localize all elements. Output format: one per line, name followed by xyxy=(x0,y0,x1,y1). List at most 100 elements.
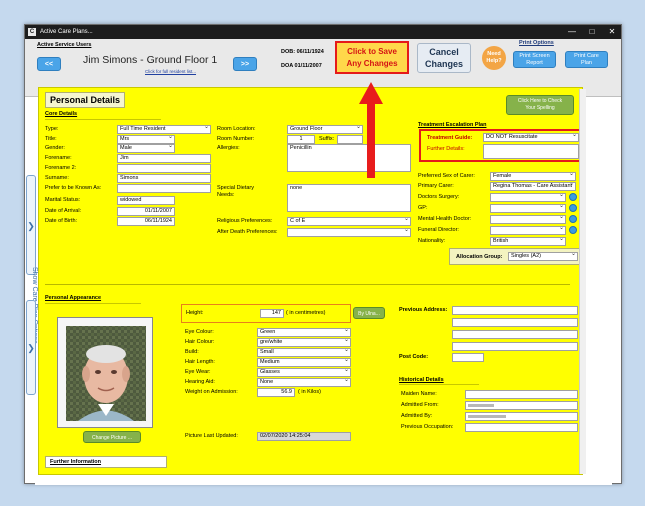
eye-colour-select[interactable]: Green xyxy=(257,328,351,337)
full-resident-list-link[interactable]: Click for full resident list... xyxy=(145,69,196,74)
save-label-2: Any Changes xyxy=(346,59,398,68)
print-care-label-1: Print Care xyxy=(574,53,599,59)
gp-select[interactable] xyxy=(490,204,566,213)
type-select[interactable]: Full Time Resident xyxy=(117,125,211,134)
annotation-arrow-icon xyxy=(359,82,383,178)
build-select[interactable]: Small xyxy=(257,348,351,357)
nationality-select[interactable]: British xyxy=(490,237,566,246)
print-screen-report-button[interactable]: Print Screen Report xyxy=(513,51,556,68)
admitted-from-field[interactable] xyxy=(465,401,578,410)
cancel-label-2: Changes xyxy=(424,59,463,69)
print-options-label: Print Options xyxy=(519,40,554,46)
title-bar: C Active Care Plans... — □ ✕ xyxy=(25,25,621,39)
next-resident-button[interactable]: >> xyxy=(233,57,257,71)
marital-label: Marital Status: xyxy=(45,197,81,203)
help-button[interactable]: Need Help? xyxy=(482,46,506,70)
previous-address-field-2[interactable] xyxy=(452,318,578,327)
height-box: Height: 147 ( in centimetres) xyxy=(181,304,351,323)
title-select[interactable]: Mrs xyxy=(117,135,175,144)
save-button[interactable]: Click to Save Any Changes xyxy=(335,41,409,74)
allocation-group-select[interactable]: Singles (A2) xyxy=(508,252,578,261)
after-death-select[interactable] xyxy=(287,228,411,237)
maiden-name-field[interactable] xyxy=(465,390,578,399)
allergies-field[interactable]: Penicillin xyxy=(287,144,411,172)
marital-field[interactable]: widowed xyxy=(117,196,175,205)
postcode-field[interactable] xyxy=(452,353,484,362)
hearing-aid-select[interactable]: None xyxy=(257,378,351,387)
previous-address-field-3[interactable] xyxy=(452,330,578,339)
dietary-field[interactable]: none xyxy=(287,184,411,212)
cancel-button[interactable]: Cancel Changes xyxy=(417,43,471,73)
further-details-label: Further Details: xyxy=(427,146,465,152)
core-divider xyxy=(45,119,161,120)
further-details-field[interactable] xyxy=(483,144,579,159)
spell-check-button[interactable]: Click Here to Check Your Spelling xyxy=(506,95,574,115)
arrival-label: Date of Arrival: xyxy=(45,208,82,214)
maximize-icon[interactable]: □ xyxy=(585,25,599,39)
add-surgery-icon[interactable] xyxy=(569,193,577,201)
add-mental-health-icon[interactable] xyxy=(569,215,577,223)
eyewear-select[interactable]: Glasses xyxy=(257,368,351,377)
weight-field[interactable]: 56.9 xyxy=(257,388,295,397)
add-funeral-icon[interactable] xyxy=(569,226,577,234)
after-death-label: After Death Preferences: xyxy=(217,229,278,235)
prev-resident-button[interactable]: << xyxy=(37,57,61,71)
religious-select[interactable]: C of E xyxy=(287,217,411,226)
hair-colour-select[interactable]: gre/white xyxy=(257,338,351,347)
change-picture-button[interactable]: Change Picture ... xyxy=(83,431,141,443)
add-gp-icon[interactable] xyxy=(569,204,577,212)
mental-health-select[interactable] xyxy=(490,215,566,224)
by-ulna-button[interactable]: By Ulna... xyxy=(353,307,385,319)
surgery-select[interactable] xyxy=(490,193,566,202)
hair-colour-label: Hair Colour: xyxy=(185,339,215,345)
previous-address-field-4[interactable] xyxy=(452,342,578,351)
further-info-bar[interactable]: Further Information xyxy=(45,456,167,468)
eyewear-label: Eye Wear: xyxy=(185,369,211,375)
allocation-group-box: Allocation Group: Singles (A2) xyxy=(449,248,581,265)
cancel-label-1: Cancel xyxy=(429,47,459,57)
maiden-name-label: Maiden Name: xyxy=(401,391,437,397)
minimize-icon[interactable]: — xyxy=(565,25,579,39)
previous-address-field-1[interactable] xyxy=(452,306,578,315)
vertical-scrollbar[interactable] xyxy=(579,89,586,474)
known-as-label: Prefer to be Known As: xyxy=(45,185,102,191)
treatment-guide-label: Treatment Guide: xyxy=(427,135,473,141)
surname-field[interactable]: Simons xyxy=(117,174,211,183)
occupation-field[interactable] xyxy=(465,423,578,432)
core-details-label: Core Details xyxy=(45,111,78,117)
appearance-divider xyxy=(45,303,141,304)
admitted-by-field[interactable] xyxy=(465,412,578,421)
previous-address-label: Previous Address: xyxy=(399,307,448,313)
sex-carer-select[interactable]: Female xyxy=(490,172,576,181)
primary-carer-select[interactable]: Regina Thomas - Care Assistant xyxy=(490,182,576,191)
sidebar-expand-bottom[interactable]: ❯ xyxy=(26,300,36,395)
forename2-field[interactable] xyxy=(117,164,211,173)
picture-updated-field: 02/07/2020 14:25:04 xyxy=(257,432,351,441)
room-number-field[interactable]: 1 xyxy=(287,135,315,144)
picture-updated-label: Picture Last Updated: xyxy=(185,433,238,439)
save-label-1: Click to Save xyxy=(347,47,397,56)
suffix-label: Suffix: xyxy=(319,136,335,142)
print-screen-label-1: Print Screen xyxy=(519,53,550,59)
personal-appearance-title: Personal Appearance xyxy=(45,295,102,301)
historical-details-title: Historical Details xyxy=(399,377,444,383)
close-icon[interactable]: ✕ xyxy=(605,25,619,39)
print-care-plan-button[interactable]: Print Care Plan xyxy=(565,51,608,68)
arrival-field[interactable]: 01/11/2007 xyxy=(117,207,175,216)
type-label: Type: xyxy=(45,126,59,132)
surname-label: Surname: xyxy=(45,175,69,181)
hair-length-select[interactable]: Medium xyxy=(257,358,351,367)
dietary-label-1: Special Dietary xyxy=(217,185,254,191)
room-location-select[interactable]: Ground Floor xyxy=(287,125,363,134)
forename-field[interactable]: Jim xyxy=(117,154,211,163)
known-as-field[interactable] xyxy=(117,184,211,193)
height-field[interactable]: 147 xyxy=(260,309,284,318)
further-info-title: Further Information xyxy=(50,459,102,465)
funeral-select[interactable] xyxy=(490,226,566,235)
treatment-guide-select[interactable]: DO NOT Resuscitate xyxy=(483,133,579,142)
window-title: Active Care Plans... xyxy=(40,29,93,35)
escalation-title: Treatment Escalation Plan xyxy=(418,122,487,128)
birth-field[interactable]: 06/11/1924 xyxy=(117,217,175,226)
personal-details-title: Personal Details xyxy=(45,92,126,108)
gender-select[interactable]: Male xyxy=(117,144,175,153)
